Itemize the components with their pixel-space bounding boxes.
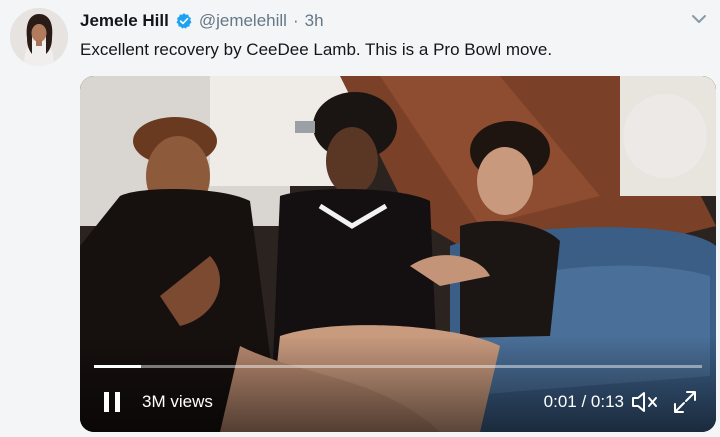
chevron-down-icon[interactable] — [690, 10, 708, 28]
view-count: 3M views — [142, 392, 213, 411]
separator-dot: · — [292, 11, 299, 30]
tweet-card[interactable]: Jemele Hill @jemelehill · 3h Excellent r… — [0, 0, 720, 437]
volume-muted-icon[interactable] — [630, 389, 660, 415]
video-progress-bar[interactable] — [94, 365, 702, 368]
author-handle[interactable]: @jemelehill — [199, 11, 287, 31]
video-progress-fill — [94, 365, 141, 368]
author-name[interactable]: Jemele Hill — [80, 11, 169, 31]
video-controls: 3M views 0:01 / 0:13 — [80, 372, 716, 432]
tweet-header: Jemele Hill @jemelehill · 3h — [80, 10, 324, 32]
video-timecode: 0:01 / 0:13 — [543, 392, 624, 411]
verified-badge-icon — [176, 13, 192, 29]
pause-icon[interactable] — [102, 390, 122, 414]
avatar[interactable] — [10, 8, 68, 66]
fullscreen-icon[interactable] — [672, 389, 698, 415]
tweet-text: Excellent recovery by CeeDee Lamb. This … — [80, 40, 553, 59]
video-player[interactable]: 3M views 0:01 / 0:13 — [80, 76, 716, 432]
tweet-timestamp[interactable]: 3h — [305, 11, 324, 31]
